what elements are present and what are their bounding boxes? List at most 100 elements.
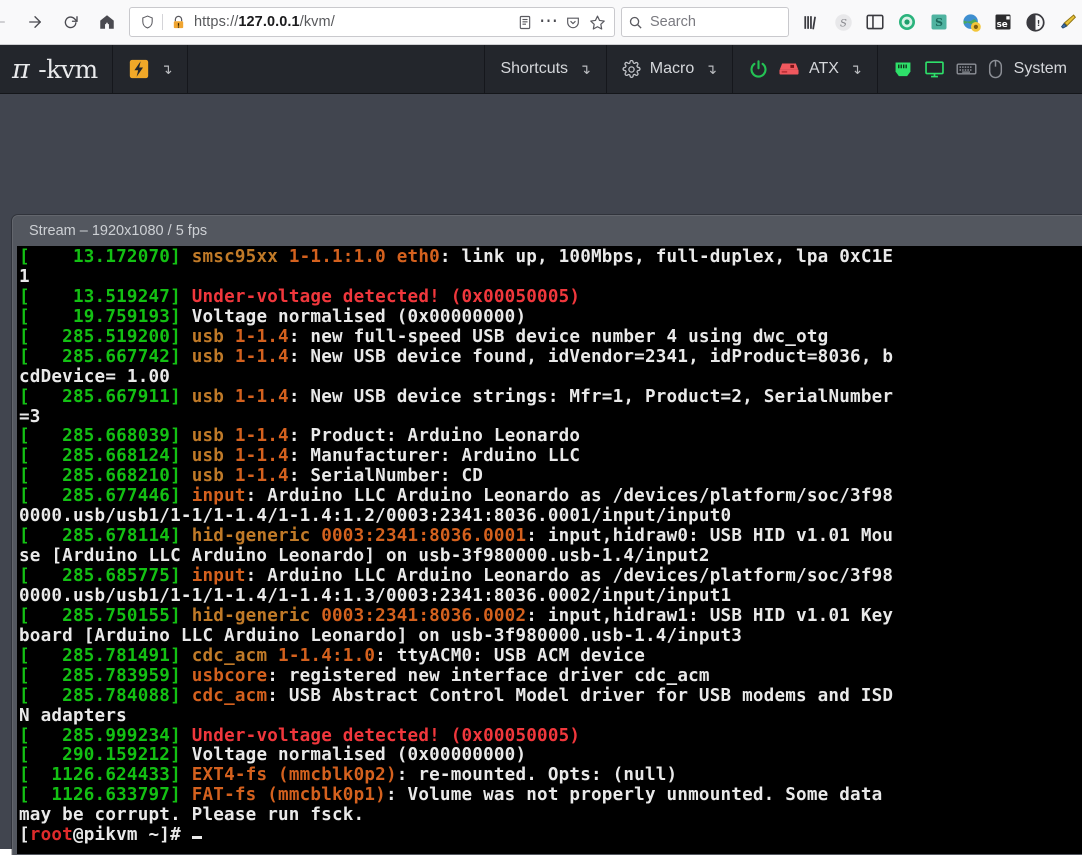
terminal-line: N adapters xyxy=(19,705,1082,727)
monitor-icon xyxy=(924,60,945,79)
terminal-line: se [Arduino LLC Arduino Leonardo] on usb… xyxy=(19,546,1082,567)
terminal-line: [ 1126.633797] FAT-fs (mmcblk0p1): Volum… xyxy=(19,785,1082,806)
network-jack-icon xyxy=(893,60,913,79)
pikvm-logo[interactable]: π -kvm xyxy=(0,45,113,93)
noscript-icon[interactable]: ! xyxy=(1020,7,1050,37)
terminal-segment: [ 285.750155] xyxy=(19,605,192,626)
system-label: System xyxy=(1013,60,1067,77)
terminal-line: board [Arduino LLC Arduino Leonardo] on … xyxy=(19,626,1082,647)
stream-video-area[interactable]: [ 13.172070] smsc95xx 1-1.1:1.0 eth0: li… xyxy=(17,246,1082,854)
terminal-line: [root@pikvm ~]# xyxy=(19,825,1082,846)
terminal-line: [ 285.781491] cdc_acm 1-1.4:1.0: ttyACM0… xyxy=(19,645,1082,667)
terminal-segment: [ 285.784088] xyxy=(19,685,192,706)
stylus-icon[interactable]: S xyxy=(924,7,954,37)
terminal-line: [ 285.685775] input: Arduino LLC Arduino… xyxy=(19,566,1082,587)
pocket-icon[interactable] xyxy=(561,10,585,34)
terminal-segment: N adapters xyxy=(19,705,127,726)
terminal-line: [ 285.999234] Under-voltage detected! (0… xyxy=(19,726,1082,747)
terminal-segment: [ 285.668124] xyxy=(19,446,192,467)
terminal-segment: : re-mounted. Opts: (null) xyxy=(396,765,678,786)
pikvm-logo-text: -kvm xyxy=(38,54,98,84)
terminal-cursor xyxy=(191,836,202,840)
sidebery-icon[interactable]: S xyxy=(828,7,858,37)
menu-item-macro[interactable]: Macro ↴ xyxy=(607,45,733,93)
terminal-line: cdDevice= 1.00 xyxy=(19,367,1082,388)
terminal-segment: 1 xyxy=(19,266,30,287)
back-button[interactable] xyxy=(0,5,16,39)
terminal-segment: : registered new interface driver cdc_ac… xyxy=(267,665,710,686)
terminal-segment: [ 19.759193] xyxy=(19,306,192,327)
reader-view-icon[interactable] xyxy=(513,10,537,34)
terminal-segment: usb xyxy=(191,466,235,487)
shield-icon[interactable] xyxy=(135,10,159,34)
terminal-segment: FAT-fs (mmcblk0p1) xyxy=(191,785,386,806)
terminal-segment: input xyxy=(191,486,246,507)
terminal-segment: [ 285.668210] xyxy=(19,466,192,487)
globe-extension-icon[interactable] xyxy=(956,7,986,37)
terminal-segment: : Arduino LLC Arduino Leonardo as /devic… xyxy=(245,566,894,586)
terminal-line: [ 19.759193] Voltage normalised (0x00000… xyxy=(19,306,1082,328)
url-text[interactable]: https://127.0.0.1/kvm/ xyxy=(190,14,513,30)
terminal-segment: 1-1.1:1.0 eth0 xyxy=(288,247,440,267)
urlbar-divider xyxy=(162,14,163,30)
terminal-segment: 1-1.4 xyxy=(234,466,289,487)
home-button[interactable] xyxy=(90,5,124,39)
terminal-line: 0000.usb/usb1/1-1/1-1.4/1-1.4:1.3/0003:2… xyxy=(19,586,1082,607)
terminal-segment: hid-generic xyxy=(191,526,322,547)
terminal-segment: 0003:2341:8036.0002 xyxy=(321,605,527,626)
terminal-segment: [ 13.172070] xyxy=(19,247,192,267)
terminal-segment: [ 285.685775] xyxy=(19,566,192,586)
menu-item-shortcuts[interactable]: Shortcuts ↴ xyxy=(485,45,607,93)
terminal-line: [ 285.668039] usb 1-1.4: Product: Arduin… xyxy=(19,426,1082,447)
terminal-segment: 1-1.4:1.0 xyxy=(278,645,376,666)
terminal-segment: [ 285.677446] xyxy=(19,486,192,507)
lock-warning-icon[interactable] xyxy=(166,10,190,34)
stream-window: Stream – 1920x1080 / 5 fps [ 13.172070] … xyxy=(12,215,1082,855)
macro-label: Macro xyxy=(649,60,695,77)
library-icon[interactable] xyxy=(796,7,826,37)
terminal-segment: : input,hidraw1: USB HID v1.01 Key xyxy=(526,605,894,626)
terminal-segment: : new full-speed USB device number 4 usi… xyxy=(288,326,829,347)
menu-item-bolt[interactable]: ↴ xyxy=(113,45,189,93)
keyboard-icon xyxy=(956,62,977,76)
search-icon xyxy=(628,15,643,30)
terminal-segment: Voltage normalised (0x00000000) xyxy=(191,745,527,766)
shortcuts-label: Shortcuts xyxy=(500,60,569,77)
terminal-segment: : input,hidraw0: USB HID v1.01 Mou xyxy=(526,526,894,547)
terminal-segment: smsc95xx xyxy=(191,247,289,267)
terminal-line: [ 285.784088] cdc_acm: USB Abstract Cont… xyxy=(19,685,1082,707)
terminal-segment: usb xyxy=(191,326,235,347)
terminal-segment: cdc_acm xyxy=(191,685,268,706)
pikvm-header-menu: π -kvm ↴ Shortcuts ↴ Macro ↴ ATX ↴ Syste… xyxy=(0,45,1082,94)
ellipsis-icon[interactable]: ⋯ xyxy=(537,10,561,34)
terminal-segment: [ 1126.624433] xyxy=(19,765,192,786)
terminal-segment: : New USB device strings: Mfr=1, Product… xyxy=(288,386,894,407)
terminal-segment: : Manufacturer: Arduino LLC xyxy=(288,446,581,467)
terminal-line: [ 13.519247] Under-voltage detected! (0x… xyxy=(19,287,1082,308)
search-bar[interactable]: Search xyxy=(621,7,789,37)
menu-item-atx[interactable]: ATX ↴ xyxy=(733,45,878,93)
highlighter-icon[interactable] xyxy=(1052,7,1082,37)
privacy-badger-icon[interactable] xyxy=(892,7,922,37)
terminal-segment: : link up, 100Mbps, full-duplex, lpa 0xC… xyxy=(439,247,894,267)
terminal-segment: usb xyxy=(191,446,235,467)
sidebar-toggle-icon[interactable] xyxy=(860,7,890,37)
svg-text:S: S xyxy=(935,16,943,29)
terminal-line: [ 285.783959] usbcore: registered new in… xyxy=(19,665,1082,687)
forward-button[interactable] xyxy=(18,5,52,39)
terminal-segment: root xyxy=(29,825,73,846)
hdd-icon xyxy=(778,61,800,77)
atx-label: ATX xyxy=(808,60,839,77)
terminal-segment: [ 285.678114] xyxy=(19,526,192,547)
menu-item-system[interactable]: System xyxy=(878,45,1082,93)
svg-text:S: S xyxy=(840,18,847,29)
star-icon[interactable] xyxy=(585,10,609,34)
terminal-segment: @pikvm ~]# xyxy=(72,825,192,846)
reload-button[interactable] xyxy=(54,5,88,39)
url-bar[interactable]: https://127.0.0.1/kvm/ ⋯ xyxy=(129,7,615,37)
bolt-caret-icon: ↴ xyxy=(160,60,173,77)
terminal-segment: 0003:2341:8036.0001 xyxy=(321,526,527,547)
selenium-icon[interactable]: se xyxy=(988,7,1018,37)
terminal-line: 0000.usb/usb1/1-1/1-1.4/1-1.4:1.2/0003:2… xyxy=(19,506,1082,527)
terminal-line: [ 13.172070] smsc95xx 1-1.1:1.0 eth0: li… xyxy=(19,247,1082,268)
